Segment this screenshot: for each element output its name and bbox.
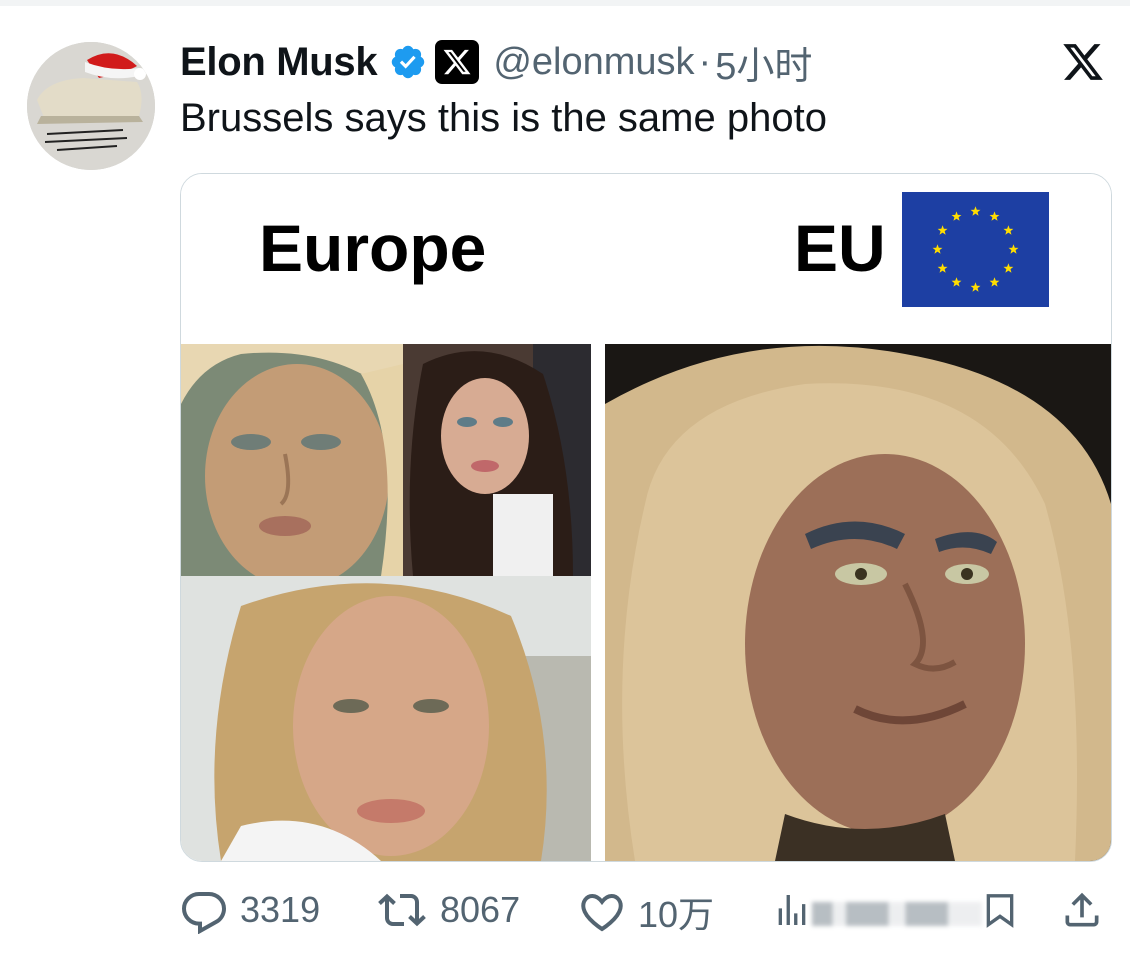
photo-europe-3 [181,576,591,861]
watermark-blur [812,902,982,926]
eu-flag-icon [902,192,1049,307]
label-europe: Europe [259,211,487,285]
display-name[interactable]: Elon Musk [180,40,378,85]
views-icon [778,895,806,925]
reply-button[interactable]: 3319 [180,886,320,934]
retweet-button[interactable]: 8067 [376,886,520,934]
photo-europe-2 [403,344,591,576]
top-divider [0,0,1130,6]
verified-badge-icon [392,45,425,79]
photo-divider [591,344,605,861]
x-affiliation-icon [435,40,480,84]
reply-count: 3319 [240,889,321,930]
share-button[interactable] [1060,886,1116,934]
bookmark-icon [986,894,1014,928]
tweet-actions: 3319 8067 10万 [180,880,1110,940]
tweet-media[interactable]: Europe EU [180,173,1112,862]
like-count: 10万 [638,894,715,935]
photo-eu [605,344,1111,861]
reply-icon [181,892,227,934]
photo-europe-1 [181,344,403,576]
timestamp[interactable]: 5小时 [715,35,812,90]
like-button[interactable]: 10万 [578,886,714,938]
separator-dot: · [698,40,712,83]
tweet-text: Brussels says this is the same photo [180,96,827,140]
tweet-header: Elon Musk @elonmusk · 5小时 [180,38,812,88]
bookmark-button[interactable] [980,886,1032,934]
views-button[interactable] [772,886,982,934]
x-logo-icon [1063,44,1103,80]
label-eu: EU [794,211,886,285]
retweet-icon [378,893,426,927]
meme-header: Europe EU [181,174,1111,344]
like-icon [581,893,623,932]
share-icon [1065,892,1099,927]
retweet-count: 8067 [440,889,521,930]
user-handle[interactable]: @elonmusk [493,41,694,84]
avatar[interactable] [27,42,155,170]
